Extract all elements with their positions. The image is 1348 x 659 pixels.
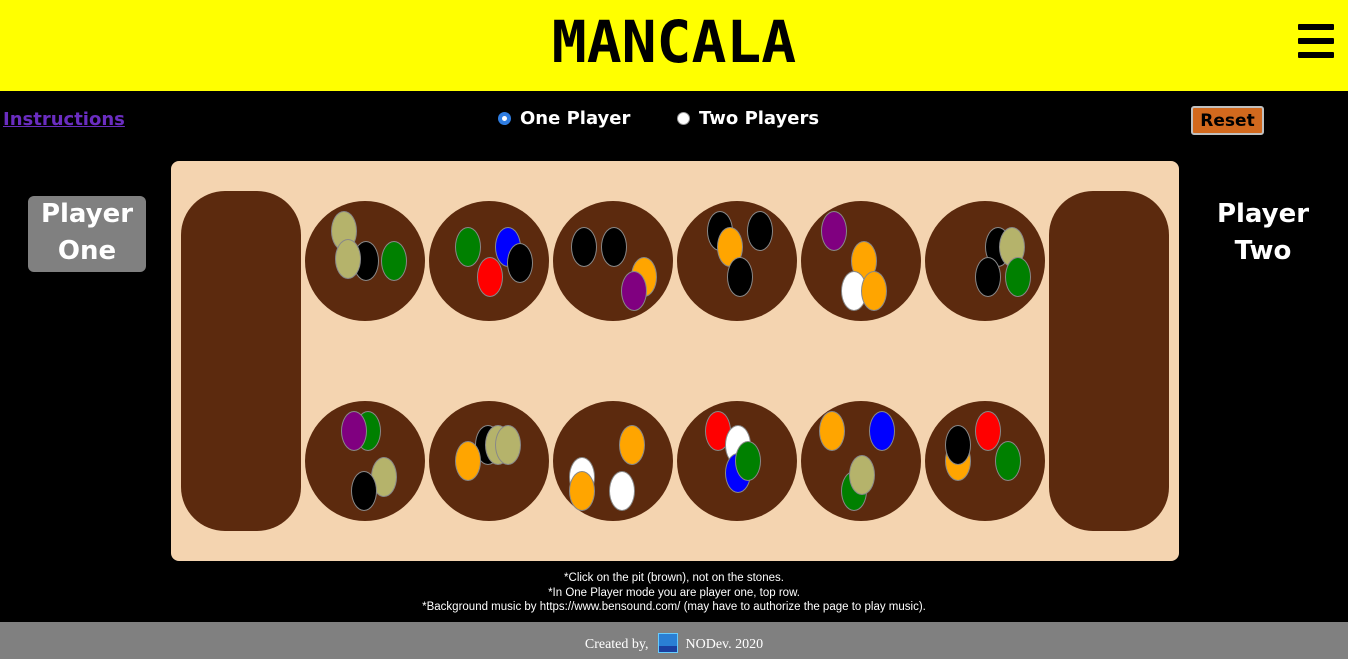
stone [477,257,503,297]
two-players-radio[interactable] [677,112,690,125]
footer: Created by, NODev. 2020 [0,622,1348,659]
stone [335,239,361,279]
store-right[interactable] [1049,191,1169,531]
stone [747,211,773,251]
stone [571,227,597,267]
header: MANCALA [0,0,1348,91]
stone [727,257,753,297]
stone [621,271,647,311]
pit-bottom-5[interactable] [801,401,921,521]
pit-top-2[interactable] [429,201,549,321]
notes: *Click on the pit (brown), not on the st… [0,571,1348,615]
player-two-indicator: Player Two [1204,196,1322,272]
pit-bottom-1[interactable] [305,401,425,521]
pit-bottom-6[interactable] [925,401,1045,521]
stone [569,471,595,511]
stone [1005,257,1031,297]
instructions-link[interactable]: Instructions [3,109,125,130]
page-title: MANCALA [552,16,796,70]
hamburger-menu-icon[interactable] [1298,24,1336,58]
pit-top-3[interactable] [553,201,673,321]
player-two-line1: Player [1216,199,1310,229]
pit-top-5[interactable] [801,201,921,321]
stone [619,425,645,465]
mode-two-players[interactable]: Two Players [677,108,819,129]
stone [975,411,1001,451]
pit-bottom-4[interactable] [677,401,797,521]
stone [381,241,407,281]
stone [821,211,847,251]
mancala-board [171,161,1179,561]
footer-created-by: Created by, [584,636,649,652]
one-player-radio[interactable] [498,112,511,125]
stone [341,411,367,451]
stone [455,441,481,481]
stone [495,425,521,465]
stone [819,411,845,451]
footer-author: NODev. 2020 [685,636,764,652]
stone [609,471,635,511]
pit-bottom-2[interactable] [429,401,549,521]
two-players-label: Two Players [699,108,820,129]
stone [869,411,895,451]
stone [601,227,627,267]
note-line: *In One Player mode you are player one, … [548,586,800,599]
author-logo-icon [658,632,679,653]
pit-bottom-3[interactable] [553,401,673,521]
store-left[interactable] [181,191,301,531]
player-two-line2: Two [1234,236,1292,266]
stone [735,441,761,481]
one-player-label: One Player [520,108,631,129]
player-one-line2: One [57,236,117,266]
player-one-line1: Player [40,199,134,229]
pit-top-1[interactable] [305,201,425,321]
stone [861,271,887,311]
note-line: *Background music by https://www.bensoun… [422,601,926,613]
mode-one-player[interactable]: One Player [498,108,630,129]
stone [351,471,377,511]
pit-top-6[interactable] [925,201,1045,321]
stone [849,455,875,495]
reset-button[interactable]: Reset [1191,106,1264,135]
stone [455,227,481,267]
mancala-logo: MANCALA [498,16,850,70]
stone [945,425,971,465]
note-line: *Click on the pit (brown), not on the st… [564,572,784,584]
stone [975,257,1001,297]
pit-top-4[interactable] [677,201,797,321]
stone [507,243,533,283]
stone [995,441,1021,481]
player-one-indicator: Player One [28,196,146,272]
